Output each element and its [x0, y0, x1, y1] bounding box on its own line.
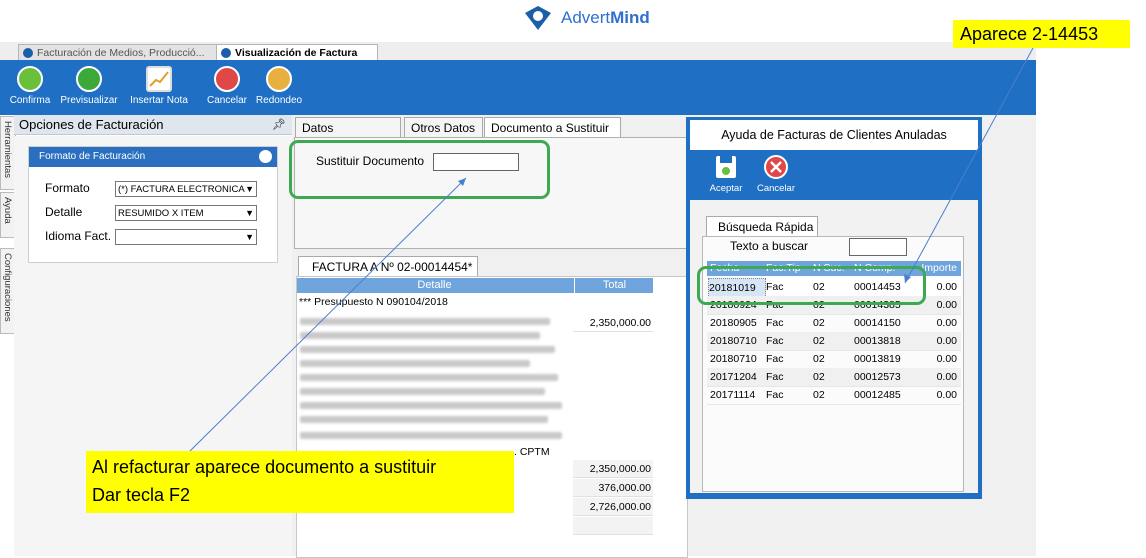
texto-buscar-input[interactable] [849, 238, 907, 256]
tab-otros-datos[interactable]: Otros Datos [404, 117, 483, 137]
formato-select[interactable]: (*) FACTURA ELECTRONICA ▼ [115, 181, 257, 197]
idioma-label: Idioma Fact. [45, 229, 112, 243]
dropdown-arrow-icon: ▼ [245, 208, 254, 218]
collapse-icon[interactable] [259, 150, 272, 163]
advertmind-logo: AdvertMind [523, 3, 650, 33]
redondeo-button[interactable]: Redondeo [254, 62, 304, 112]
cancelar-button[interactable]: Cancelar [204, 62, 250, 112]
opciones-facturacion-header: Opciones de Facturación 📌︎ [14, 115, 292, 135]
cptm-text: . CPTM [514, 446, 550, 458]
aceptar-button[interactable]: Aceptar [706, 154, 746, 194]
detalle-select[interactable]: RESUMIDO X ITEM ▼ [115, 205, 257, 221]
highlight-row [697, 266, 926, 305]
insertar-nota-button[interactable]: Insertar Nota [126, 62, 192, 112]
detalle-label: Detalle [45, 205, 83, 219]
callout-refacturar: Al refacturar aparece documento a sustit… [86, 451, 514, 513]
dropdown-arrow-icon: ▼ [245, 232, 254, 242]
pin-icon[interactable]: 📌︎ [272, 115, 286, 135]
logo-icon [525, 6, 551, 30]
doc-tab-facturacion[interactable]: Facturación de Medios, Producció... [18, 44, 234, 61]
play-icon [76, 66, 102, 92]
factura-table-header: Detalle Total [297, 278, 653, 293]
close-icon [764, 155, 788, 179]
highlight-sustituir [289, 140, 550, 199]
total-general: 2,726,000.00 [573, 498, 653, 516]
idioma-select[interactable]: ▼ [115, 229, 257, 245]
tab-documento-sustituir[interactable]: Documento a Sustituir [484, 117, 621, 137]
confirma-button[interactable]: Confirma [6, 62, 54, 112]
first-amount: 2,350,000.00 [573, 314, 653, 332]
table-row[interactable]: 20180710 Fac 02 00013818 0.00 [707, 332, 961, 351]
table-row[interactable]: 20171204 Fac 02 00012573 0.00 [707, 368, 961, 387]
tab-busqueda-rapida[interactable]: Búsqueda Rápida [706, 216, 818, 236]
col-total: Total [574, 278, 654, 293]
dropdown-arrow-icon: ▼ [245, 184, 254, 194]
dialog-cancelar-button[interactable]: Cancelar [754, 154, 798, 194]
formato-label: Formato [45, 181, 90, 195]
ribbon-toolbar: Confirma Previsualizar Insertar Nota Can… [0, 60, 1036, 115]
save-icon [716, 156, 736, 178]
table-row[interactable]: 20180905 Fac 02 00014150 0.00 [707, 314, 961, 333]
formato-facturacion-box: Formato de Facturación Formato (*) FACTU… [28, 146, 278, 263]
check-icon [17, 66, 43, 92]
dialog-title: Ayuda de Facturas de Clientes Anuladas [690, 120, 978, 150]
tab-factura[interactable]: FACTURA A Nº 02-00014454* [298, 256, 478, 276]
coins-icon [266, 66, 292, 92]
blurred-detail-text [298, 312, 570, 444]
tab-logo-icon [221, 48, 231, 58]
col-detalle: Detalle [417, 279, 452, 291]
formato-box-header: Formato de Facturación [29, 147, 277, 167]
doc-tab-visualizacion[interactable]: Visualización de Factura [216, 44, 378, 61]
total-subtotal: 2,350,000.00 [573, 460, 653, 478]
logo-text: AdvertMind [561, 8, 650, 27]
texto-buscar-label: Texto a buscar [730, 239, 809, 253]
presupuesto-line: *** Presupuesto N 090104/2018 [299, 296, 448, 308]
total-iva: 376,000.00 [573, 479, 653, 497]
tab-logo-icon [23, 48, 33, 58]
previsualizar-button[interactable]: Previsualizar [58, 62, 120, 112]
chart-icon [146, 66, 172, 92]
tab-datos-principales[interactable]: Datos Principales [295, 117, 401, 155]
close-icon [214, 66, 240, 92]
total-empty [573, 517, 653, 535]
callout-aparece: Aparece 2-14453 [953, 20, 1130, 48]
table-row[interactable]: 20180710 Fac 02 00013819 0.00 [707, 350, 961, 369]
table-row[interactable]: 20171114 Fac 02 00012485 0.00 [707, 386, 961, 405]
